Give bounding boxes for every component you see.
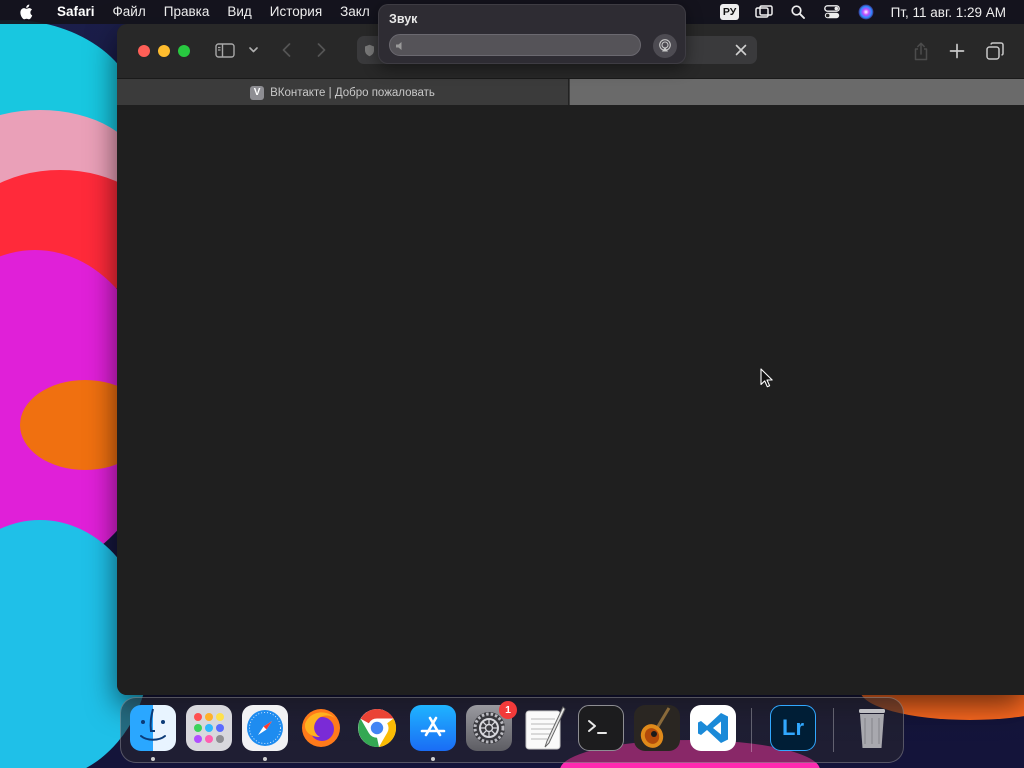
input-language-label: РУ <box>719 4 740 20</box>
lightroom-icon[interactable]: Lr <box>770 705 816 751</box>
tab-vkontakte[interactable]: V ВКонтакте | Добро пожаловать <box>117 79 569 106</box>
sound-popup: Звук <box>378 4 686 64</box>
menu-bookmarks[interactable]: Закл <box>331 0 379 24</box>
notification-badge: 1 <box>499 701 517 719</box>
input-language-icon[interactable]: РУ <box>719 0 741 24</box>
chrome-icon[interactable] <box>354 705 400 751</box>
launchpad-icon[interactable] <box>186 705 232 751</box>
app-store-running-indicator <box>431 757 435 761</box>
menubar-clock[interactable]: Пт, 11 авг. 1:29 AM <box>883 5 1024 20</box>
menu-app-name[interactable]: Safari <box>48 0 104 24</box>
share-icon[interactable] <box>911 40 931 62</box>
safari-icon[interactable] <box>242 705 288 751</box>
menu-file[interactable]: Файл <box>104 0 155 24</box>
volume-slider[interactable] <box>389 34 641 56</box>
lightroom-label: Lr <box>782 715 804 740</box>
siri-icon[interactable] <box>855 0 877 24</box>
apple-menu-icon[interactable] <box>18 4 34 20</box>
dock-separator-trash <box>833 708 834 752</box>
airplay-audio-icon[interactable] <box>653 34 677 58</box>
tab-group-chevron-down-icon[interactable] <box>247 44 259 56</box>
safari-running-indicator <box>263 757 267 761</box>
window-minimize-button[interactable] <box>158 45 170 57</box>
mouse-cursor-icon <box>760 368 774 388</box>
sidebar-toggle-icon[interactable] <box>214 41 236 59</box>
forward-chevron-icon[interactable] <box>313 41 329 59</box>
sound-popup-title: Звук <box>389 12 418 26</box>
menu-edit[interactable]: Правка <box>155 0 219 24</box>
speaker-muted-icon <box>395 39 407 51</box>
garageband-icon[interactable] <box>634 705 680 751</box>
system-settings-icon[interactable]: 1 <box>466 701 517 751</box>
tab-bar: V ВКонтакте | Добро пожаловать <box>117 78 1024 106</box>
dock: 1 Lr <box>120 697 904 763</box>
screen-mirroring-icon[interactable] <box>753 0 775 24</box>
finder-icon[interactable] <box>130 705 176 751</box>
tab-title: ВКонтакте | Добро пожаловать <box>270 86 435 99</box>
dock-separator <box>751 708 752 752</box>
finder-running-indicator <box>151 757 155 761</box>
window-zoom-button[interactable] <box>178 45 190 57</box>
textedit-icon[interactable] <box>522 705 568 751</box>
tab-favicon: V <box>250 85 265 100</box>
trash-icon[interactable] <box>849 705 895 751</box>
tab-empty[interactable] <box>570 79 1024 106</box>
new-tab-plus-icon[interactable] <box>947 41 967 61</box>
menu-view[interactable]: Вид <box>218 0 260 24</box>
firefox-icon[interactable] <box>298 705 344 751</box>
terminal-icon[interactable] <box>578 705 624 751</box>
privacy-shield-icon[interactable] <box>363 43 375 57</box>
control-center-icon[interactable] <box>821 0 843 24</box>
tab-overview-icon[interactable] <box>985 41 1005 61</box>
menu-history[interactable]: История <box>261 0 331 24</box>
spotlight-search-icon[interactable] <box>787 0 809 24</box>
safari-window: V ВКонтакте | Добро пожаловать <box>117 24 1024 695</box>
window-close-button[interactable] <box>138 45 150 57</box>
app-store-icon[interactable] <box>410 705 456 751</box>
clear-address-icon[interactable] <box>733 42 749 58</box>
back-chevron-icon[interactable] <box>278 41 294 59</box>
vscode-icon[interactable] <box>690 705 736 751</box>
page-content-area[interactable] <box>117 105 1024 695</box>
